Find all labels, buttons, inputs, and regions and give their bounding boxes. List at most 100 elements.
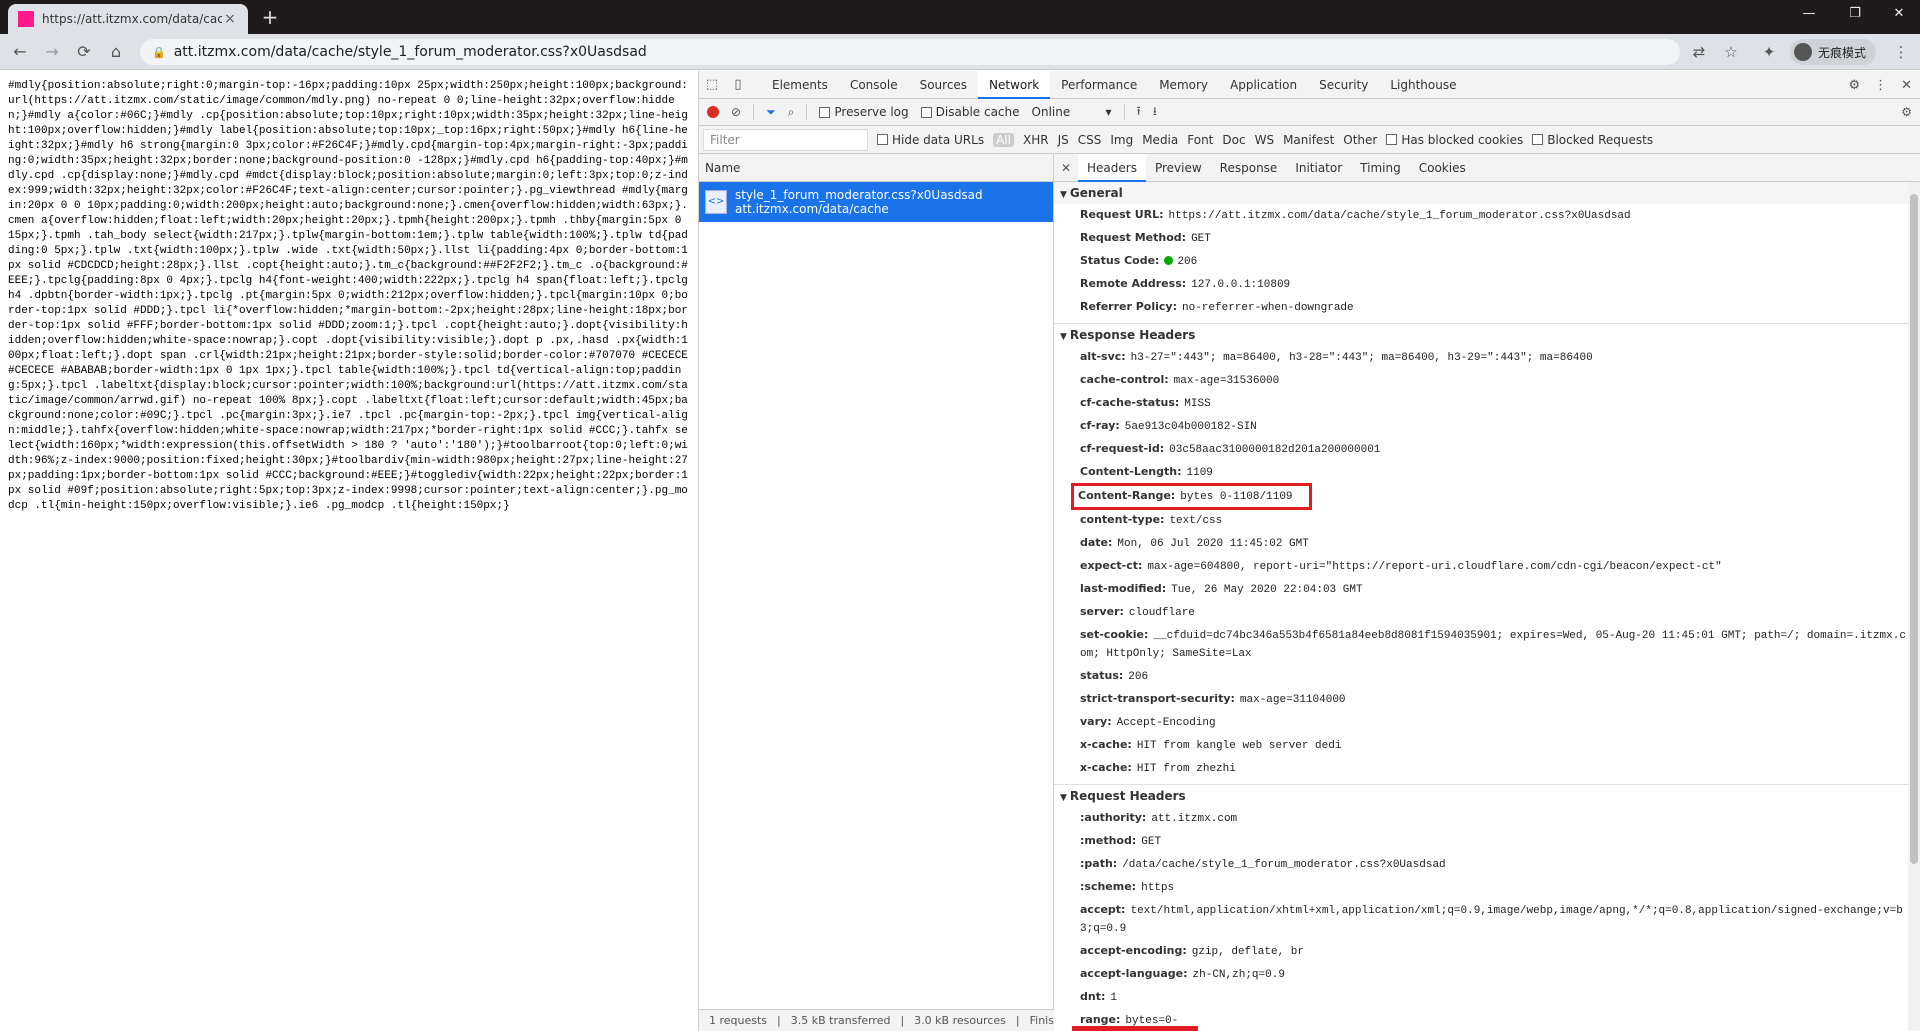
- network-toolbar: ⊘ ⏷ ⌕ Preserve log Disable cache Online ▾…: [699, 99, 1920, 126]
- header-row: Request URL: https://att.itzmx.com/data/c…: [1054, 204, 1920, 227]
- disable-cache-checkbox[interactable]: Disable cache: [920, 105, 1020, 119]
- reload-button[interactable]: ⟳: [72, 40, 96, 64]
- tab-lighthouse[interactable]: Lighthouse: [1379, 71, 1467, 99]
- tab-performance[interactable]: Performance: [1050, 71, 1148, 99]
- tab-initiator[interactable]: Initiator: [1286, 154, 1351, 182]
- filter-type-all[interactable]: All: [993, 132, 1014, 147]
- tab-elements[interactable]: Elements: [761, 71, 839, 99]
- header-key: :path:: [1080, 857, 1118, 870]
- new-tab-button[interactable]: +: [258, 6, 282, 30]
- header-key: date:: [1080, 536, 1113, 549]
- request-name: style_1_forum_moderator.css?x0Uasdsad: [735, 188, 983, 202]
- header-value: 206: [1177, 256, 1198, 268]
- settings-gear-icon[interactable]: ⚙: [1848, 78, 1860, 93]
- has-blocked-cookies-checkbox[interactable]: Has blocked cookies: [1386, 133, 1523, 147]
- header-value: text/css: [1169, 515, 1223, 527]
- devtools-menu-icon[interactable]: ⋮: [1874, 78, 1887, 93]
- filter-type-xhr[interactable]: XHR: [1023, 133, 1049, 147]
- throttle-value: Online: [1031, 105, 1071, 119]
- header-row: Content-Range: bytes 0-1108/1109: [1054, 483, 1920, 510]
- blocked-requests-checkbox[interactable]: Blocked Requests: [1532, 133, 1653, 147]
- extensions-icon[interactable]: ✦: [1758, 41, 1780, 63]
- tab-timing[interactable]: Timing: [1351, 154, 1410, 182]
- header-value: cloudflare: [1128, 607, 1195, 619]
- css-file-icon: <>: [705, 190, 727, 214]
- header-value: GET: [1141, 836, 1162, 848]
- tab-console[interactable]: Console: [839, 71, 909, 99]
- filter-type-img[interactable]: Img: [1110, 133, 1133, 147]
- general-section-header[interactable]: ▼ General: [1054, 182, 1920, 204]
- record-icon[interactable]: [707, 106, 719, 118]
- chevron-down-icon: ▾: [1105, 105, 1112, 119]
- close-window-button[interactable]: ✕: [1876, 0, 1920, 30]
- network-settings-gear-icon[interactable]: ⚙: [1901, 105, 1912, 119]
- tab-network[interactable]: Network: [978, 70, 1051, 99]
- back-button[interactable]: ←: [8, 40, 32, 64]
- filter-input[interactable]: Filter: [703, 128, 868, 151]
- home-button[interactable]: ⌂: [104, 40, 128, 64]
- profile-label: 无痕模式: [1818, 45, 1867, 60]
- tab-headers[interactable]: Headers: [1078, 154, 1146, 182]
- header-value: Tue, 26 May 2020 22:04:03 GMT: [1171, 584, 1363, 596]
- tab-preview[interactable]: Preview: [1146, 154, 1211, 182]
- inspect-element-icon[interactable]: ⬚: [699, 77, 725, 92]
- import-har-icon[interactable]: ⭱: [1137, 102, 1141, 123]
- request-row[interactable]: <> style_1_forum_moderator.css?x0Uasdsad…: [699, 182, 1053, 222]
- tab-response[interactable]: Response: [1211, 154, 1287, 182]
- header-value: max-age=31536000: [1173, 375, 1280, 387]
- header-row: cf-request-id: 03c58aac3100000182d201a200…: [1054, 438, 1920, 461]
- hide-data-urls-checkbox[interactable]: Hide data URLs: [877, 133, 984, 147]
- profile-button[interactable]: 无痕模式: [1790, 39, 1877, 65]
- header-row: :scheme: https: [1054, 876, 1920, 899]
- filter-funnel-icon[interactable]: ⏷: [766, 105, 776, 120]
- translate-icon[interactable]: ⇄: [1688, 41, 1710, 63]
- tab-security[interactable]: Security: [1308, 71, 1379, 99]
- clear-icon[interactable]: ⊘: [731, 105, 741, 119]
- tab-sources[interactable]: Sources: [909, 71, 978, 99]
- header-value: max-age=604800, report-uri="https://repo…: [1147, 561, 1722, 573]
- response-headers-header[interactable]: ▼ Response Headers: [1054, 324, 1920, 346]
- bookmark-star-icon[interactable]: ☆: [1720, 41, 1742, 63]
- device-toolbar-icon[interactable]: ▯: [725, 77, 751, 92]
- filter-type-ws[interactable]: WS: [1255, 133, 1274, 147]
- header-row: x-cache: HIT from kangle web server dedi: [1054, 734, 1920, 757]
- header-key: strict-transport-security:: [1080, 692, 1235, 705]
- close-devtools-icon[interactable]: ✕: [1901, 78, 1912, 93]
- filter-type-doc[interactable]: Doc: [1222, 133, 1245, 147]
- header-key: cf-request-id:: [1080, 442, 1165, 455]
- filter-type-manifest[interactable]: Manifest: [1283, 133, 1334, 147]
- throttling-select[interactable]: Online ▾: [1032, 105, 1112, 119]
- address-url[interactable]: att.itzmx.com/data/cache/style_1_forum_m…: [174, 44, 647, 60]
- tab-close-icon[interactable]: ×: [222, 11, 238, 27]
- tab-cookies[interactable]: Cookies: [1410, 154, 1475, 182]
- scrollbar-thumb[interactable]: [1910, 194, 1918, 864]
- header-key: accept-encoding:: [1080, 944, 1187, 957]
- filter-type-js[interactable]: JS: [1058, 133, 1069, 147]
- address-bar[interactable]: 🔒 att.itzmx.com/data/cache/style_1_forum…: [140, 39, 1680, 65]
- expand-triangle-icon: ▼: [1060, 793, 1067, 803]
- header-row: :path: /data/cache/style_1_forum_moderato…: [1054, 853, 1920, 876]
- finish-time: Finish: 1.3: [1029, 1014, 1054, 1027]
- browser-menu-icon[interactable]: ⋮: [1892, 41, 1910, 63]
- status-green-dot-icon: [1164, 256, 1174, 265]
- tab-memory[interactable]: Memory: [1148, 71, 1219, 99]
- column-header-name[interactable]: Name: [699, 154, 1053, 182]
- details-scrollbar[interactable]: [1908, 182, 1920, 1031]
- filter-type-other[interactable]: Other: [1343, 133, 1377, 147]
- minimize-button[interactable]: —: [1786, 0, 1832, 30]
- request-headers-header[interactable]: ▼ Request Headers: [1054, 785, 1920, 807]
- header-value: __cfduid=dc74bc346a553b4f6581a84eeb8d808…: [1080, 630, 1906, 660]
- maximize-button[interactable]: ❐: [1832, 0, 1878, 30]
- forward-button[interactable]: →: [40, 40, 64, 64]
- tab-application[interactable]: Application: [1219, 71, 1308, 99]
- preserve-log-checkbox[interactable]: Preserve log: [819, 105, 909, 119]
- expand-triangle-icon: ▼: [1060, 190, 1067, 200]
- filter-type-font[interactable]: Font: [1187, 133, 1213, 147]
- search-icon[interactable]: ⌕: [788, 105, 795, 120]
- filter-type-media[interactable]: Media: [1142, 133, 1178, 147]
- header-row: expect-ct: max-age=604800, report-uri="ht…: [1054, 555, 1920, 578]
- filter-type-css[interactable]: CSS: [1078, 133, 1102, 147]
- browser-tab[interactable]: https://att.itzmx.com/data/cac ×: [8, 4, 248, 34]
- export-har-icon[interactable]: ⭳: [1153, 102, 1157, 123]
- close-details-icon[interactable]: ✕: [1054, 161, 1078, 175]
